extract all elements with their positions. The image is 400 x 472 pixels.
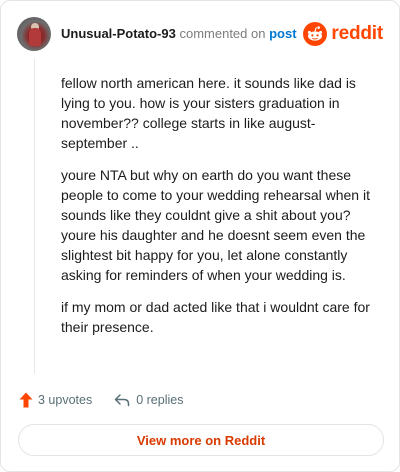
thread-line — [34, 59, 35, 374]
post-link[interactable]: post — [269, 26, 296, 41]
comment-embed-card: Unusual-Potato-93 commented on post redd… — [0, 0, 400, 472]
reddit-wordmark: reddit — [331, 23, 383, 44]
reply-button[interactable]: 0 replies — [114, 393, 183, 407]
upvote-arrow-icon — [19, 392, 33, 408]
reply-icon — [114, 394, 130, 407]
reddit-logo[interactable]: reddit — [303, 21, 383, 47]
avatar[interactable] — [17, 17, 51, 51]
comment-actions: 3 upvotes 0 replies — [19, 390, 183, 410]
username-link[interactable]: Unusual-Potato-93 — [61, 26, 176, 41]
upvote-button[interactable]: 3 upvotes — [19, 392, 92, 408]
reddit-snoo-icon — [303, 22, 328, 46]
comment-header: Unusual-Potato-93 commented on post redd… — [17, 17, 383, 51]
comment-body: fellow north american here. it sounds li… — [61, 73, 373, 349]
comment-paragraph: fellow north american here. it sounds li… — [61, 75, 356, 151]
reply-count: 0 replies — [136, 393, 184, 407]
comment-meta: Unusual-Potato-93 commented on post — [61, 26, 297, 41]
avatar-figure — [29, 28, 41, 46]
view-more-button[interactable]: View more on Reddit — [18, 424, 384, 456]
comment-paragraph: if my mom or dad acted like that i would… — [61, 299, 370, 335]
upvote-count: 3 upvotes — [38, 393, 93, 407]
comment-paragraph: youre NTA but why on earth do you want t… — [61, 167, 370, 283]
action-text: commented on — [179, 26, 266, 41]
